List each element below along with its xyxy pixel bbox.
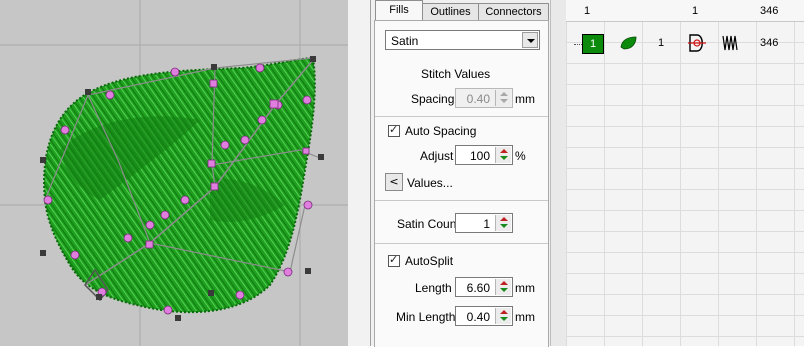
stitch-values-heading: Stitch Values — [421, 67, 491, 81]
splitter[interactable] — [348, 0, 370, 346]
leaf-embroidery[interactable] — [0, 0, 348, 346]
spin-arrows-icon[interactable] — [495, 90, 511, 106]
autosplit-label: AutoSplit — [405, 254, 454, 268]
spin-arrows-icon[interactable] — [495, 279, 511, 295]
stitch-count: 346 — [760, 37, 779, 49]
object-number: 1 — [658, 37, 665, 49]
satin-count-input[interactable]: 1 — [455, 213, 513, 233]
color-swatch[interactable]: 1 — [582, 34, 604, 54]
autosplit-checkbox[interactable] — [388, 253, 400, 267]
fills-pane: Satin Stitch Values Spacing 0.40 mm Auto… — [374, 20, 549, 347]
tab-connectors[interactable]: Connectors — [478, 3, 549, 20]
header-stitch-count: 346 — [760, 5, 779, 17]
tab-outlines[interactable]: Outlines — [422, 3, 479, 20]
auto-spacing-label: Auto Spacing — [405, 124, 477, 138]
fill-type-select[interactable]: Satin — [385, 30, 540, 50]
values-link[interactable]: Values... — [407, 176, 453, 190]
fill-type-value: Satin — [391, 34, 419, 48]
min-length-unit: mm — [515, 310, 535, 324]
values-toggle-button[interactable]: < — [385, 173, 403, 191]
spacing-label: Spacing — [411, 92, 455, 106]
object-properties-panel: Fills Outlines Connectors Satin Stitch V… — [370, 0, 551, 347]
spin-arrows-icon[interactable] — [495, 147, 511, 163]
leaf-icon[interactable] — [620, 36, 638, 50]
adjust-input[interactable]: 100 — [455, 145, 513, 165]
spacing-input[interactable]: 0.40 — [455, 88, 513, 108]
adjust-unit: % — [515, 149, 526, 163]
chevron-down-icon[interactable] — [522, 32, 538, 48]
min-length-input[interactable]: 0.40 — [455, 306, 513, 326]
length-unit: mm — [515, 281, 535, 295]
header-object-count: 1 — [692, 5, 699, 17]
design-canvas[interactable] — [0, 0, 348, 346]
digitize-icon — [688, 34, 706, 52]
satin-stitch-icon — [722, 35, 738, 51]
length-input[interactable]: 6.60 — [455, 277, 513, 297]
sequence-view: 1 1 346 1 1 346 — [566, 0, 804, 346]
tab-bar: Fills Outlines Connectors — [371, 0, 551, 20]
tree-connector — [574, 44, 582, 45]
min-length-label: Min Length — [396, 310, 456, 324]
adjust-label: Adjust — [420, 149, 454, 163]
panel-scrollbar[interactable] — [550, 0, 567, 346]
auto-spacing-checkbox[interactable] — [388, 123, 400, 137]
tab-fills[interactable]: Fills — [375, 0, 423, 20]
spacing-unit: mm — [515, 92, 535, 106]
header-color-count: 1 — [584, 5, 591, 17]
satin-count-label: Satin Count — [397, 217, 460, 231]
sequence-header: 1 1 346 — [566, 0, 804, 22]
spin-arrows-icon[interactable] — [495, 308, 511, 324]
length-label: Length — [415, 281, 452, 295]
spin-arrows-icon[interactable] — [495, 215, 511, 231]
